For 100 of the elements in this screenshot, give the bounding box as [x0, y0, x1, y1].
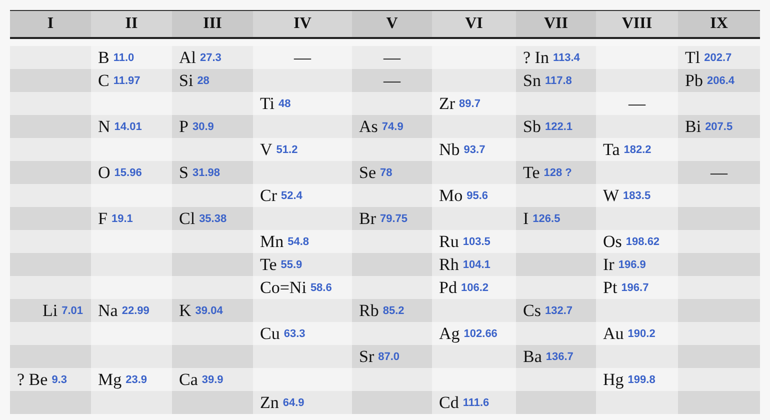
atomic-weight: 126.5 — [532, 212, 560, 224]
atomic-weight: 113.4 — [552, 52, 580, 64]
element-symbol: Ba — [523, 346, 542, 366]
element-symbol: Zr — [439, 94, 456, 114]
atomic-weight: 23.9 — [126, 374, 148, 386]
column-header: VI — [432, 11, 516, 37]
atomic-weight: 35.38 — [199, 212, 227, 224]
element-symbol: Ca — [179, 370, 198, 390]
atomic-weight: 106.2 — [460, 282, 488, 294]
element-symbol: Ti — [260, 94, 275, 114]
column-header: I — [10, 11, 91, 37]
element-symbol: Mg — [98, 370, 122, 390]
element-symbol: Mo — [439, 186, 463, 206]
element-symbol: S — [179, 162, 188, 182]
atomic-weight: 58.6 — [310, 282, 332, 294]
element-symbol: V — [260, 140, 272, 160]
element-symbol: O — [98, 162, 110, 182]
atomic-weight: 51.2 — [276, 144, 298, 156]
atomic-weight: 30.9 — [192, 120, 214, 132]
element-symbol: C — [98, 70, 110, 90]
atomic-weight: 31.98 — [192, 166, 220, 178]
element-symbol: As — [359, 116, 378, 136]
atomic-weight: 103.5 — [462, 236, 490, 248]
element-symbol: Sr — [359, 346, 374, 366]
element-symbol: Cd — [439, 392, 459, 412]
atomic-weight: 15.96 — [114, 166, 142, 178]
atomic-weight: 79.75 — [380, 212, 408, 224]
element-symbol: Nb — [439, 140, 460, 160]
atomic-weight: 122.1 — [544, 120, 572, 132]
element-symbol: Se — [359, 162, 376, 182]
atomic-weight: 85.2 — [382, 304, 404, 316]
element-symbol: Te — [523, 162, 540, 182]
element-symbol: Li — [42, 300, 58, 320]
element-symbol: Br — [359, 208, 376, 228]
dash-mark: — — [628, 94, 646, 114]
element-symbol: Bi — [685, 116, 702, 136]
atomic-weight: 74.9 — [382, 120, 404, 132]
atomic-weight: 207.5 — [705, 120, 733, 132]
atomic-weight: 87.0 — [378, 350, 400, 362]
element-symbol: I — [523, 208, 529, 228]
element-symbol: Au — [603, 324, 624, 344]
element-symbol: Sb — [523, 116, 541, 136]
element-symbol: Cs — [523, 300, 541, 320]
atomic-weight: 93.7 — [464, 144, 486, 156]
dash-mark: — — [294, 48, 311, 68]
element-symbol: Te — [260, 254, 277, 274]
dash-mark: — — [384, 48, 400, 68]
atomic-weight: 64.9 — [282, 396, 304, 408]
atomic-weight: 7.01 — [62, 304, 83, 316]
element-symbol: W — [603, 186, 620, 206]
atomic-weight: 196.9 — [618, 258, 646, 270]
atomic-weight: 39.04 — [195, 304, 223, 316]
atomic-weight: 128 ? — [544, 166, 572, 178]
element-symbol: ? Be — [17, 370, 48, 390]
dash-mark: — — [384, 70, 400, 90]
element-symbol: Ru — [439, 232, 459, 252]
element-symbol: N — [98, 116, 110, 136]
atomic-weight: 190.2 — [628, 328, 656, 340]
element-symbol: K — [179, 300, 192, 320]
atomic-weight: 63.3 — [284, 328, 306, 340]
element-symbol: Pt — [603, 278, 618, 298]
element-symbol: Pb — [685, 70, 703, 90]
atomic-weight: 22.99 — [122, 304, 150, 316]
atomic-weight: 28 — [197, 74, 210, 86]
atomic-weight: 54.8 — [288, 236, 310, 248]
element-symbol: Ir — [603, 254, 614, 274]
element-symbol: Mn — [260, 232, 284, 252]
atomic-weight: 104.1 — [462, 258, 490, 270]
element-symbol: Ag — [439, 324, 460, 344]
atomic-weight: 52.4 — [281, 190, 302, 202]
atomic-weight: 183.5 — [623, 190, 651, 202]
atomic-weight: 111.6 — [462, 396, 490, 408]
atomic-weight: 39.9 — [202, 374, 224, 386]
element-symbol: Pd — [439, 278, 457, 298]
element-symbol: Ta — [603, 140, 620, 160]
atomic-weight: 11.97 — [113, 74, 140, 86]
atomic-weight: 27.3 — [200, 52, 222, 64]
element-symbol: B — [98, 48, 110, 68]
element-symbol: Cu — [260, 324, 280, 344]
element-symbol: P — [179, 116, 188, 136]
atomic-weight: 196.7 — [621, 282, 649, 294]
column-header: VII — [516, 11, 596, 37]
atomic-weight: 132.7 — [544, 304, 572, 316]
element-symbol: Rh — [439, 254, 459, 274]
element-symbol: Si — [179, 70, 194, 90]
atomic-weight: 199.8 — [628, 374, 656, 386]
element-symbol: Cr — [260, 186, 277, 206]
atomic-weight: 136.7 — [546, 350, 574, 362]
column-header: II — [91, 11, 172, 37]
element-symbol: Sn — [523, 70, 541, 90]
column-header: III — [172, 11, 253, 37]
column-header: V — [352, 11, 432, 37]
element-symbol: Hg — [603, 370, 624, 390]
atomic-weight: 55.9 — [280, 258, 302, 270]
element-symbol: ? In — [523, 48, 549, 68]
atomic-weight: 11.0 — [113, 52, 134, 64]
atomic-weight: 78 — [380, 166, 392, 178]
element-symbol: Os — [603, 232, 622, 252]
dash-mark: — — [710, 162, 728, 182]
element-symbol: Rb — [359, 300, 379, 320]
